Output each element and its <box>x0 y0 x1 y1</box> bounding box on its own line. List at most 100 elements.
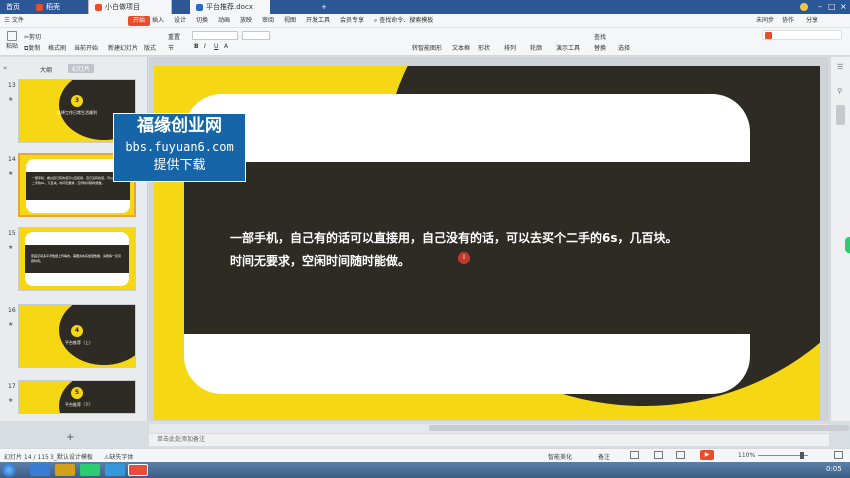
add-slide-button[interactable]: + <box>66 432 74 443</box>
font-color-button[interactable]: A <box>224 43 228 50</box>
find-button[interactable]: 查找 <box>594 32 606 41</box>
taskbar-app-icon[interactable] <box>80 464 100 476</box>
menu-insert[interactable]: 插入 <box>152 14 164 28</box>
font-size-select[interactable] <box>242 31 270 40</box>
taskbar-explorer-icon[interactable] <box>55 464 75 476</box>
slides-tab[interactable]: 幻灯片 <box>68 64 95 73</box>
slide-thumbnail-16[interactable]: 4 平台推荐（上） <box>18 304 136 368</box>
tab-docx[interactable]: 平台推荐.docx <box>190 0 270 14</box>
zoom-level[interactable]: 110% <box>738 452 755 459</box>
taskbar-wps-icon[interactable] <box>128 464 148 476</box>
add-slide-label: + <box>66 432 75 443</box>
format-painter-button[interactable]: 格式刷 <box>48 43 66 52</box>
start-button-icon[interactable] <box>2 463 16 477</box>
play-slideshow-button[interactable]: ▶ <box>700 450 714 460</box>
thumb-section-title: 选择工作日常生活顺利 <box>57 110 97 115</box>
convert-art-button[interactable]: 转智能图形 <box>412 43 442 52</box>
sync-status[interactable]: 未同步 <box>756 14 774 28</box>
side-tool-tab[interactable] <box>845 237 850 253</box>
daoke-icon <box>36 3 43 11</box>
slide-body-line-1[interactable]: 一部手机，自己有的话可以直接用，自己没有的话，可以去买个二手的6s，几百块。 <box>230 229 678 246</box>
paste-label: 粘贴 <box>6 43 19 50</box>
panel-toggle-icon[interactable]: ☰ <box>837 63 843 71</box>
missing-font-button[interactable]: ⚠缺失字体 <box>104 452 133 461</box>
search-icon: ⌕ <box>374 17 378 24</box>
menu-file[interactable]: 三 文件 <box>4 14 24 28</box>
section-button[interactable]: 节 <box>168 43 174 52</box>
close-icon[interactable]: × <box>840 0 847 14</box>
scrollbar-thumb[interactable] <box>836 105 845 125</box>
menu-review[interactable]: 审阅 <box>262 14 274 28</box>
textbox-button[interactable]: 文本框 <box>452 43 470 52</box>
slide-number: 14 <box>8 156 16 163</box>
bold-button[interactable]: B <box>194 43 199 50</box>
reading-view-icon[interactable] <box>676 451 685 459</box>
zoom-slider-thumb[interactable] <box>800 452 804 459</box>
search-command[interactable]: ⌕ 查找命令、搜索模板 <box>374 14 433 28</box>
minimize-icon[interactable]: – <box>818 0 822 14</box>
smart-beautify-button[interactable]: 智能美化 <box>548 452 572 461</box>
fit-window-icon[interactable] <box>834 451 843 459</box>
ime-toolbar[interactable] <box>762 30 842 40</box>
slide-thumbnail-17[interactable]: 5 平台推荐（下） <box>18 380 136 414</box>
menu-view[interactable]: 视图 <box>284 14 296 28</box>
select-button[interactable]: 选择 <box>618 43 630 52</box>
pin-icon[interactable]: ⚲ <box>837 87 842 95</box>
new-tab-button[interactable]: + <box>315 0 333 14</box>
sorter-view-icon[interactable] <box>654 451 663 459</box>
reset-button[interactable]: 重置 <box>168 32 180 41</box>
slide-thumbnail-15[interactable]: 家庭空间多平手数据上传等的，需要资本实施型数据，请能够一定问题时间。 <box>18 227 136 291</box>
missing-font-label: 缺失字体 <box>109 454 134 461</box>
layout-button[interactable]: 版式 <box>144 43 156 52</box>
arrange-button[interactable]: 排列 <box>504 43 516 52</box>
share-button[interactable]: 分享 <box>806 14 818 28</box>
user-avatar[interactable] <box>800 3 808 11</box>
replace-label: 替换 <box>594 45 607 52</box>
taskbar-app-icon[interactable] <box>105 464 125 476</box>
menu-transition[interactable]: 切换 <box>196 14 208 28</box>
present-tools-button[interactable]: 演示工具 <box>556 43 580 52</box>
slide-number: 17 <box>8 383 16 390</box>
notes-pane[interactable]: 单击此处添加备注 <box>149 434 829 446</box>
menu-animation[interactable]: 动画 <box>218 14 230 28</box>
collaborate-button[interactable]: 协作 <box>782 14 794 28</box>
tab-home[interactable]: 首页 <box>0 0 30 14</box>
from-current-button[interactable]: 当前开始 <box>74 43 98 52</box>
menu-slideshow[interactable]: 放映 <box>240 14 252 28</box>
paste-button[interactable]: 粘贴 <box>6 31 18 50</box>
watermark-url: bbs.fuyuan6.com <box>125 140 234 154</box>
notes-toggle[interactable]: 备注 <box>598 452 610 461</box>
menu-start[interactable]: 开始 <box>128 16 151 26</box>
watermark-download: 提供下载 <box>153 158 206 173</box>
thumb-section-number: 5 <box>71 387 83 399</box>
normal-view-icon[interactable] <box>630 451 639 459</box>
outline-tab[interactable]: 大纲 <box>40 65 52 74</box>
underline-button[interactable]: U <box>214 43 218 50</box>
outline-button[interactable]: 轮廓 <box>530 43 542 52</box>
shape-label: 形状 <box>478 45 491 52</box>
hscroll-thumb[interactable] <box>429 425 849 431</box>
windows-taskbar: 0:05 <box>0 462 850 478</box>
italic-button[interactable]: I <box>204 43 206 50</box>
menu-developer[interactable]: 开发工具 <box>306 14 330 28</box>
maximize-icon[interactable]: □ <box>828 0 836 14</box>
shape-button[interactable]: 形状 <box>478 43 490 52</box>
slide-body-line-2[interactable]: 时间无要求，空闲时间随时能做。 <box>230 252 410 269</box>
taskbar-ie-icon[interactable] <box>30 464 50 476</box>
present-tools-label: 演示工具 <box>556 45 581 52</box>
current-slide[interactable]: 一部手机，自己有的话可以直接用，自己没有的话，可以去买个二手的6s，几百块。 时… <box>154 66 820 420</box>
new-slide-button[interactable]: 新建幻灯片 <box>108 43 138 52</box>
collapse-panel-icon[interactable]: « <box>3 64 7 72</box>
tab-pptx[interactable]: 小白做项目1.0.pptx <box>88 0 172 25</box>
horizontal-scrollbar[interactable] <box>149 424 849 433</box>
menu-design[interactable]: 设计 <box>174 14 186 28</box>
tab-docx-label: 平台推荐.docx <box>206 3 253 11</box>
font-name-select[interactable] <box>192 31 238 40</box>
vertical-scrollbar[interactable]: ☰ ⚲ <box>830 57 850 421</box>
cut-button[interactable]: ✂剪切 <box>24 32 41 41</box>
copy-button[interactable]: ⧉复制 <box>24 43 40 53</box>
tab-daoke[interactable]: 稻壳 <box>30 0 85 14</box>
replace-button[interactable]: 替换 <box>594 43 606 52</box>
system-clock: 0:05 <box>826 465 842 473</box>
menu-member[interactable]: 会员专享 <box>340 14 364 28</box>
